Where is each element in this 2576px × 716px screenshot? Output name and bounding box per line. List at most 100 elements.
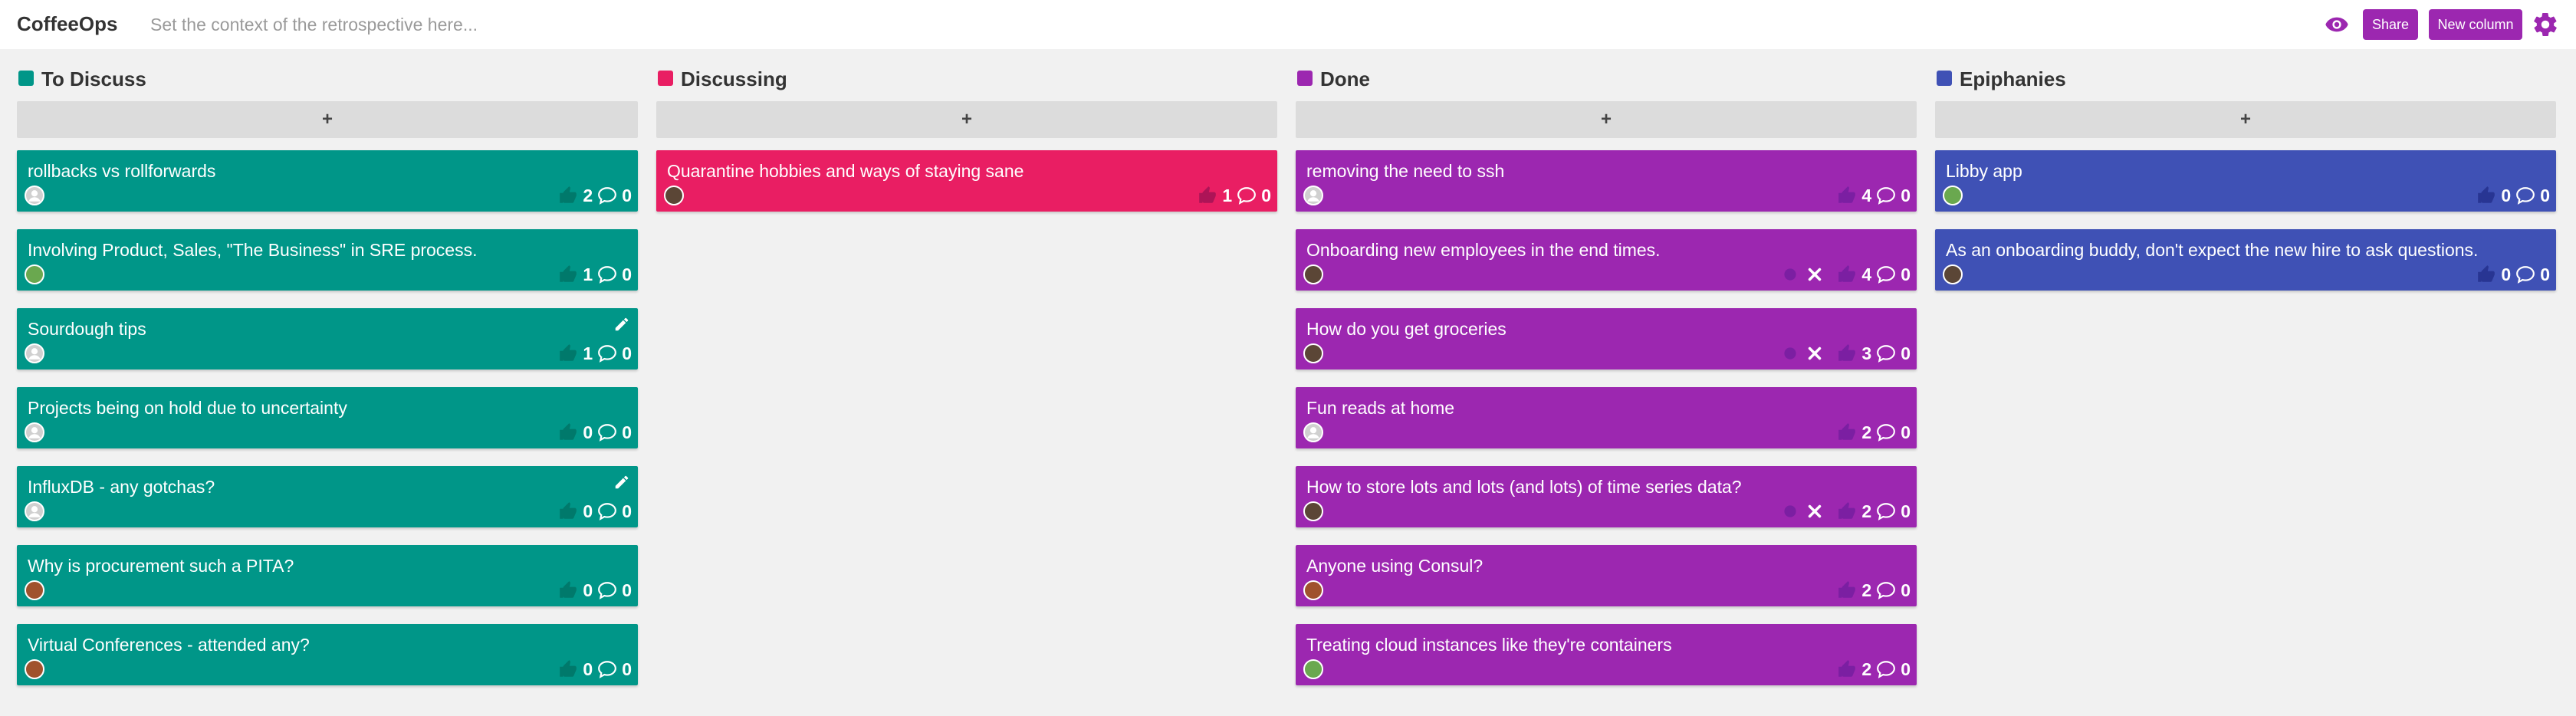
thumbs-up-icon[interactable] [558,343,578,363]
comment-count: 0 [622,580,632,600]
column-color-swatch[interactable] [18,71,34,86]
thumbs-up-icon[interactable] [558,264,578,284]
card[interactable]: Why is procurement such a PITA? 0 0 [17,545,638,606]
card[interactable]: Fun reads at home 2 0 [1296,387,1917,448]
comment-icon[interactable] [1876,343,1896,363]
column-color-swatch[interactable] [1297,71,1313,86]
thumbs-up-icon[interactable] [1837,422,1857,442]
thumbs-up-icon[interactable] [558,659,578,679]
avatar [25,186,44,205]
column-color-swatch[interactable] [658,71,673,86]
comment-icon[interactable] [597,580,617,600]
avatar [1943,264,1963,284]
pencil-icon[interactable] [613,474,630,491]
card[interactable]: rollbacks vs rollforwards 2 0 [17,150,638,212]
vote-count: 1 [583,264,593,284]
comment-icon[interactable] [597,501,617,521]
app-title: CoffeeOps [17,12,118,35]
comment-icon[interactable] [2515,186,2535,205]
comment-icon[interactable] [1237,186,1257,205]
card-text: Why is procurement such a PITA? [28,556,294,576]
comment-icon[interactable] [597,343,617,363]
vote-count: 2 [1861,501,1872,521]
thumbs-up-icon[interactable] [558,186,578,205]
comment-icon[interactable] [1876,501,1896,521]
card-footer: 0 0 [2476,263,2550,286]
card[interactable]: Projects being on hold due to uncertaint… [17,387,638,448]
thumbs-up-icon[interactable] [558,580,578,600]
pencil-icon[interactable] [613,316,630,333]
card[interactable]: Treating cloud instances like they're co… [1296,624,1917,685]
card-text: Anyone using Consul? [1306,556,1484,576]
thumbs-up-icon[interactable] [1837,501,1857,521]
vote-dot-icon [1784,347,1796,360]
retrospective-context-input[interactable] [150,9,1070,40]
card[interactable]: Anyone using Consul? 2 0 [1296,545,1917,606]
card-text: How to store lots and lots (and lots) of… [1306,477,1742,497]
card[interactable]: removing the need to ssh 4 0 [1296,150,1917,212]
column-done: Done + removing the need to ssh 4 0 Onbo… [1296,64,1917,685]
column-title[interactable]: Epiphanies [1960,67,2066,91]
column-title[interactable]: To Discuss [41,67,146,91]
card-footer: 2 0 [1837,658,1911,681]
add-card-button[interactable]: + [656,101,1277,138]
thumbs-up-icon[interactable] [1198,186,1217,205]
add-card-button[interactable]: + [1296,101,1917,138]
comment-icon[interactable] [597,264,617,284]
card[interactable]: Virtual Conferences - attended any? 0 0 [17,624,638,685]
thumbs-up-icon[interactable] [1837,659,1857,679]
comment-icon[interactable] [2515,264,2535,284]
card[interactable]: Libby app 0 0 [1935,150,2556,212]
comment-count: 0 [1901,422,1911,442]
comment-icon[interactable] [1876,186,1896,205]
card[interactable]: How to store lots and lots (and lots) of… [1296,466,1917,527]
avatar [25,343,44,363]
comment-icon[interactable] [597,186,617,205]
card[interactable]: As an onboarding buddy, don't expect the… [1935,229,2556,291]
comment-count: 0 [1901,185,1911,205]
remove-vote-icon[interactable] [1805,501,1825,521]
card[interactable]: How do you get groceries 3 0 [1296,308,1917,369]
card-text: Treating cloud instances like they're co… [1306,635,1672,655]
card-text: Involving Product, Sales, "The Business"… [28,240,478,260]
comment-icon[interactable] [597,659,617,679]
thumbs-up-icon[interactable] [1837,580,1857,600]
comment-icon[interactable] [1876,580,1896,600]
gear-icon[interactable] [2532,11,2559,38]
thumbs-up-icon[interactable] [558,422,578,442]
top-bar: CoffeeOps Share New column [0,0,2576,49]
comment-icon[interactable] [1876,264,1896,284]
thumbs-up-icon[interactable] [1837,264,1857,284]
avatar [664,186,684,205]
card-footer: 4 0 [1780,263,1911,286]
column-title[interactable]: Done [1320,67,1370,91]
new-column-button[interactable]: New column [2429,9,2522,40]
comment-icon[interactable] [597,422,617,442]
thumbs-up-icon[interactable] [1837,186,1857,205]
card-text: Quarantine hobbies and ways of staying s… [667,161,1024,181]
column-title[interactable]: Discussing [681,67,787,91]
card[interactable]: Involving Product, Sales, "The Business"… [17,229,638,291]
column-color-swatch[interactable] [1937,71,1952,86]
comment-icon[interactable] [1876,422,1896,442]
column-header: Epiphanies [1935,64,2556,92]
thumbs-up-icon[interactable] [2476,186,2496,205]
comment-icon[interactable] [1876,659,1896,679]
card[interactable]: InfluxDB - any gotchas? 0 0 [17,466,638,527]
card[interactable]: Onboarding new employees in the end time… [1296,229,1917,291]
thumbs-up-icon[interactable] [1837,343,1857,363]
thumbs-up-icon[interactable] [2476,264,2496,284]
add-card-button[interactable]: + [17,101,638,138]
avatar [1303,422,1323,442]
card[interactable]: Sourdough tips 1 0 [17,308,638,369]
eye-icon[interactable] [2323,12,2351,37]
add-card-button[interactable]: + [1935,101,2556,138]
thumbs-up-icon[interactable] [558,501,578,521]
remove-vote-icon[interactable] [1805,264,1825,284]
vote-count: 2 [583,185,593,205]
card[interactable]: Quarantine hobbies and ways of staying s… [656,150,1277,212]
share-button[interactable]: Share [2363,9,2418,40]
card-footer: 3 0 [1780,342,1911,365]
remove-vote-icon[interactable] [1805,343,1825,363]
card-footer: 2 0 [1837,579,1911,602]
